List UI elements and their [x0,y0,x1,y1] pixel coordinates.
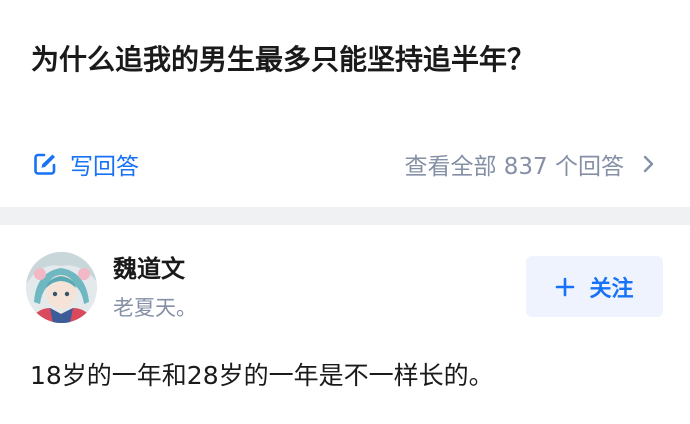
edit-icon [32,151,58,177]
question-title[interactable]: 为什么追我的男生最多只能坚持追半年？ [31,38,671,82]
write-answer-button[interactable]: 写回答 [32,144,139,184]
write-answer-label: 写回答 [70,154,139,180]
author-bio: 老夏天。 [113,296,197,320]
follow-label: 关注 [589,276,634,302]
answer-excerpt[interactable]: 18岁的一年和28岁的一年是不一样长的。 [30,356,494,396]
author-name[interactable]: 魏道文 [113,252,185,286]
view-all-answers-link[interactable]: 查看全部 837 个回答 [404,144,656,184]
follow-button[interactable]: 关注 [526,256,663,317]
plus-icon [555,277,575,297]
view-all-answers-label: 查看全部 837 个回答 [404,154,624,180]
section-divider [0,207,690,225]
chevron-right-icon [642,154,656,174]
author-avatar[interactable] [26,252,97,323]
answer-page: 为什么追我的男生最多只能坚持追半年？ 写回答 查看全部 837 个回答 魏道文 … [0,0,690,424]
